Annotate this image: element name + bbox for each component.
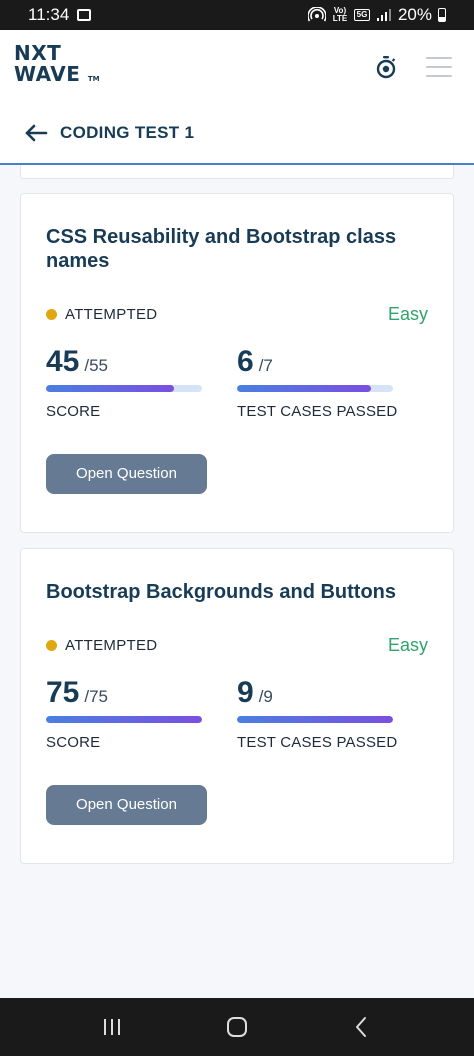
system-navigation-bar [0,998,474,1056]
stopwatch-icon[interactable] [374,55,398,79]
difficulty-label: Easy [387,635,428,655]
score-metric: 75 /75 SCORE [46,676,237,751]
question-card: Bootstrap Backgrounds and Buttons ATTEMP… [20,548,454,864]
battery-percent: 20% [397,5,432,24]
tests-total: /7 [258,356,273,375]
score-progress-bar [46,716,202,723]
home-icon[interactable] [225,1015,249,1039]
score-progress-fill [46,716,202,723]
hotspot-icon [307,7,326,22]
tests-label: TEST CASES PASSED [237,403,398,420]
tests-progress-bar [237,716,393,723]
battery-icon [438,8,446,22]
recent-apps-icon[interactable] [100,1015,124,1039]
question-status: ATTEMPTED [65,306,158,323]
nxtwave-logo[interactable]: NXT WAVE TM [14,43,100,90]
back-arrow-icon[interactable] [24,123,48,143]
open-question-button[interactable]: Open Question [46,785,207,825]
app-header: NXT WAVE TM [0,30,474,103]
tests-progress-bar [237,385,393,392]
question-card: CSS Reusability and Bootstrap class name… [20,193,454,533]
status-bar: 11:34 Vo) LTE 5G 20% [0,0,474,30]
status-time: 11:34 [28,5,70,24]
gallery-notification-icon [77,9,92,21]
signal-icon [376,9,391,21]
score-metric: 45 /55 SCORE [46,345,237,420]
score-value: 75 [46,676,80,709]
page-title: CODING TEST 1 [60,123,195,142]
test-cases-metric: 9 /9 TEST CASES PASSED [237,676,428,751]
question-title: CSS Reusability and Bootstrap class name… [46,226,397,272]
score-label: SCORE [46,734,101,751]
score-value: 45 [46,345,80,378]
score-total: /75 [84,687,109,706]
volte-indicator: Vo) LTE [332,6,348,23]
tests-progress-fill [237,385,371,392]
back-icon[interactable] [350,1015,374,1039]
attempted-status-dot [46,640,57,651]
score-progress-bar [46,385,202,392]
open-question-button[interactable]: Open Question [46,454,207,494]
tests-progress-fill [237,716,393,723]
tests-passed-value: 9 [237,676,254,709]
network-type: 5G [353,9,370,21]
test-cases-metric: 6 /7 TEST CASES PASSED [237,345,428,420]
question-title: Bootstrap Backgrounds and Buttons [46,581,397,603]
previous-question-card [20,165,454,179]
tests-passed-value: 6 [237,345,254,378]
score-total: /55 [84,356,109,375]
difficulty-label: Easy [387,304,428,324]
tests-label: TEST CASES PASSED [237,734,398,751]
page-header: CODING TEST 1 [0,103,474,165]
attempted-status-dot [46,309,57,320]
tests-total: /9 [258,687,273,706]
score-progress-fill [46,385,174,392]
question-status: ATTEMPTED [65,637,158,654]
hamburger-menu-icon[interactable] [426,56,452,77]
score-label: SCORE [46,403,101,420]
